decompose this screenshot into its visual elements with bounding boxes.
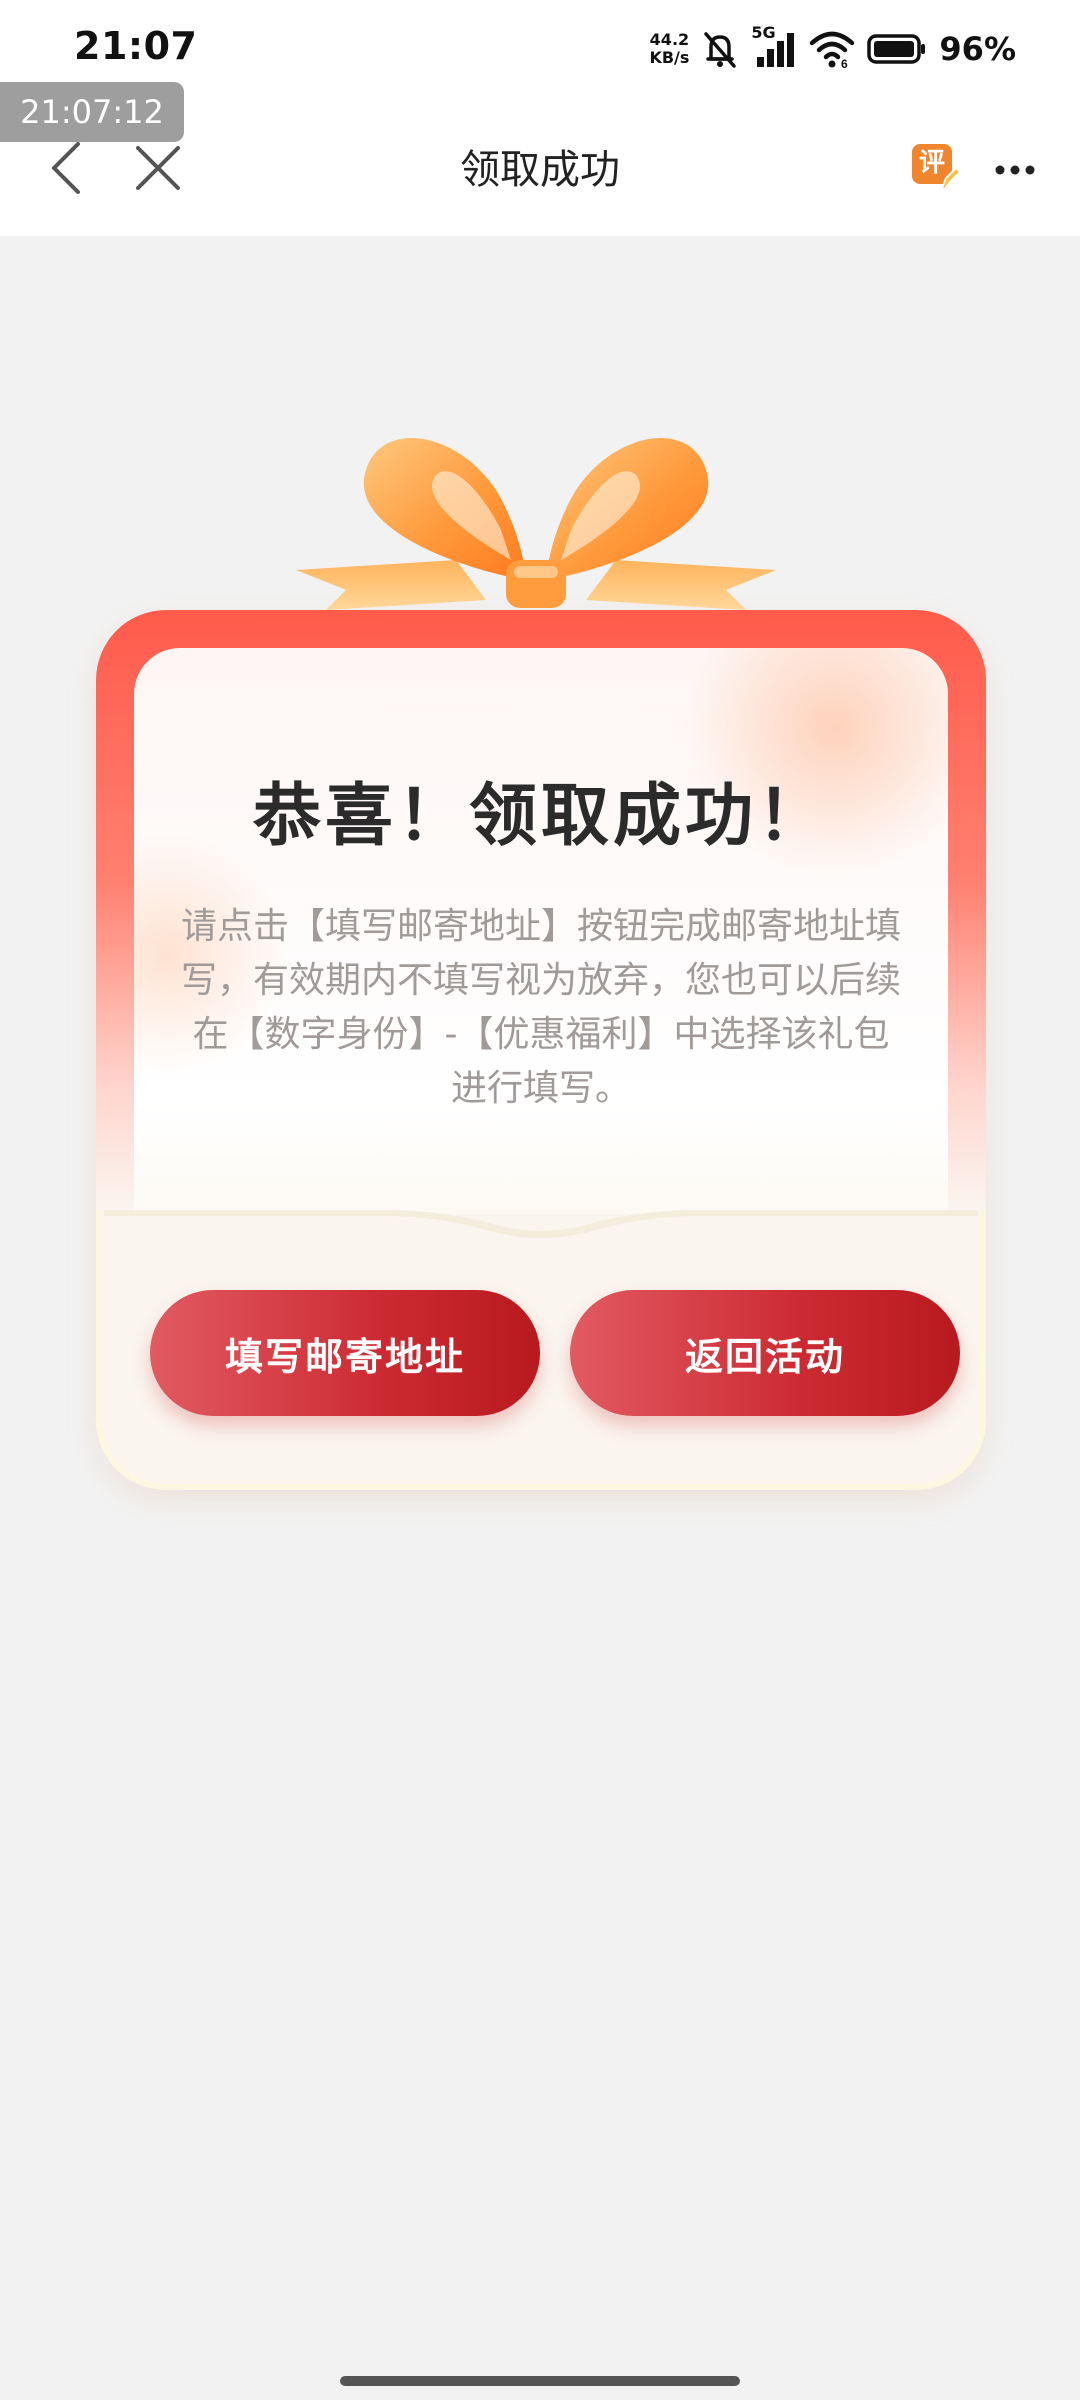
signal-icon: 5G: [751, 23, 797, 71]
more-icon: [995, 161, 1035, 180]
gesture-handle[interactable]: [340, 2376, 740, 2386]
close-icon: [134, 144, 182, 196]
ribbon-bow-icon: [296, 437, 776, 610]
mute-icon: [701, 29, 739, 69]
return-activity-button[interactable]: 返回活动: [570, 1290, 960, 1416]
review-badge-text: 评: [918, 148, 945, 178]
fill-address-button[interactable]: 填写邮寄地址: [150, 1290, 540, 1416]
back-button[interactable]: [36, 120, 96, 220]
close-button[interactable]: [128, 120, 188, 220]
net-speed-unit: KB/s: [649, 48, 690, 67]
battery-icon: [867, 33, 927, 65]
status-indicators: 44.2 KB/s 5G 6 96%: [649, 23, 1016, 72]
wifi-icon: 6: [809, 29, 855, 69]
gift-card: 恭喜！领取成功！ 请点击【填写邮寄地址】按钮完成邮寄地址填写，有效期内不填写视为…: [96, 420, 986, 1500]
success-description: 请点击【填写邮寄地址】按钮完成邮寄地址填写，有效期内不填写视为放弃，您也可以后续…: [180, 906, 901, 1109]
net-speed-value: 44.2: [649, 30, 690, 49]
back-icon: [46, 138, 86, 202]
more-button[interactable]: [990, 120, 1040, 220]
success-title: 恭喜！领取成功！: [252, 777, 829, 856]
status-time: 21:07: [74, 24, 198, 68]
review-button[interactable]: 评: [910, 142, 962, 194]
nav-bar: 领取成功 评: [0, 120, 1080, 220]
svg-text:6: 6: [841, 57, 848, 69]
net-speed: 44.2 KB/s: [649, 31, 689, 67]
battery-percentage: 96%: [939, 30, 1016, 68]
top-bar-area: 21:07 44.2 KB/s 5G 6 96% 21:07:12 领取成功 评: [0, 0, 1080, 236]
